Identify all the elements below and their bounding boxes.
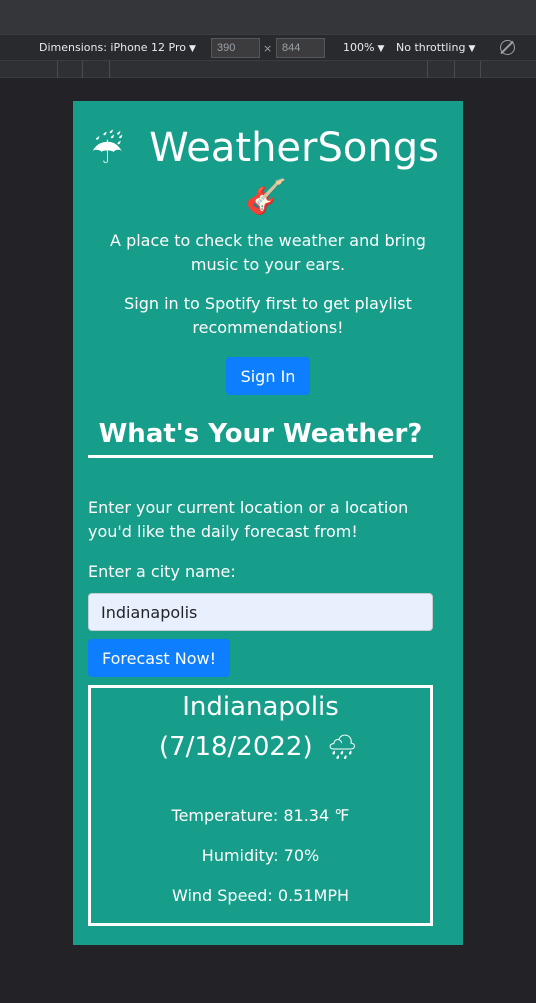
weather-card: Indianapolis (7/18/2022) 🌧 Temperature: … — [88, 685, 433, 926]
device-select[interactable]: Dimensions: iPhone 12 Pro ▼ — [39, 41, 196, 54]
media-query-ruler — [0, 61, 536, 78]
forecast-button[interactable]: Forecast Now! — [88, 639, 230, 677]
throttling-select[interactable]: No throttling ▼ — [396, 41, 475, 54]
search-instructions: Enter your current location or a locatio… — [88, 498, 409, 541]
height-input[interactable] — [276, 38, 325, 58]
umbrella-icon: ☔ — [91, 131, 124, 172]
caret-down-icon: ▼ — [377, 44, 385, 54]
wind-speed-text: Wind Speed: 0.51MPH — [171, 886, 350, 905]
zoom-label: 100% — [343, 41, 375, 54]
zoom-select[interactable]: 100% ▼ — [343, 41, 384, 54]
weather-city: Indianapolis — [182, 692, 339, 722]
phone-viewport: ☔ WeatherSongs 🎸 A place to check the we… — [73, 101, 463, 945]
section-title: What's Your Weather? — [88, 418, 433, 458]
throttling-label: No throttling — [396, 41, 466, 54]
tagline: A place to check the weather and bring m… — [110, 231, 426, 274]
guitar-icon: 🎸 — [245, 177, 288, 217]
city-input[interactable] — [88, 593, 433, 631]
rotate-icon[interactable] — [500, 40, 515, 55]
width-input[interactable] — [211, 38, 260, 58]
rain-cloud-icon: 🌧 — [327, 733, 358, 761]
signin-note: Sign in to Spotify first to get playlist… — [124, 294, 412, 337]
temperature-text: Temperature: 81.34 ℉ — [171, 806, 350, 825]
site-title: ☔ WeatherSongs — [73, 123, 463, 173]
times-label: × — [263, 42, 273, 55]
sign-in-button[interactable]: Sign In — [226, 357, 310, 395]
device-label: Dimensions: iPhone 12 Pro — [39, 41, 186, 54]
devtools-top-bar — [0, 0, 536, 34]
site-title-text: WeatherSongs — [149, 125, 439, 171]
city-label: Enter a city name: — [88, 562, 236, 581]
weather-date: (7/18/2022) — [159, 732, 313, 762]
caret-down-icon: ▼ — [468, 44, 476, 54]
humidity-text: Humidity: 70% — [201, 846, 320, 865]
device-toolbar: Dimensions: iPhone 12 Pro▼ × 100%▼ No th… — [0, 34, 536, 61]
caret-down-icon: ▼ — [188, 44, 196, 54]
